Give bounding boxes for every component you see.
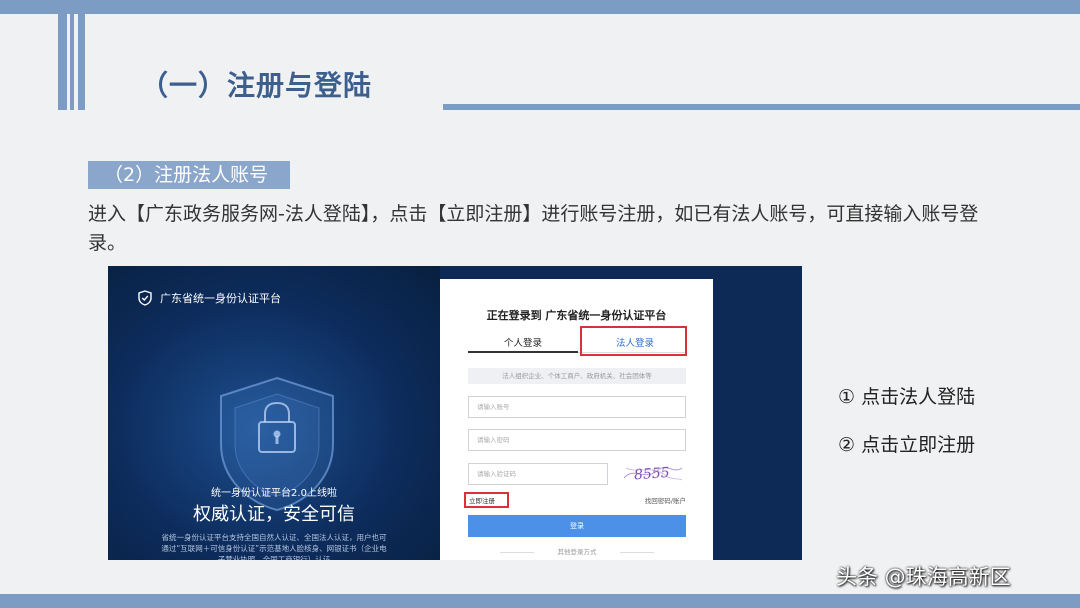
captcha-input[interactable]: 请输入验证码 (468, 463, 608, 485)
promo-description: 省统一身份认证平台支持全国自然人认证、全国法人认证，用户也可通过“互联网＋可信身… (161, 533, 387, 560)
top-accent-bar (0, 0, 1080, 14)
left-accent-bar-medium (78, 14, 85, 110)
promo-headline-large: 权威认证，安全可信 (193, 504, 355, 525)
legal-entity-note: 法人组织企业、个体工商户、政府机关、社会团体等 (468, 368, 686, 384)
step-1-label: ① 点击法人登陆 (838, 386, 976, 408)
captcha-text: 8555 (634, 465, 671, 483)
other-methods-label: 其他登录方式 (557, 548, 597, 556)
bottom-accent-bar (0, 594, 1080, 608)
left-accent-bar-wide (58, 14, 67, 110)
embedded-login-screenshot: 广东省统一身份认证平台 统一身份认证平台2.0上线啦 权威认证，安全可信 省统一… (108, 266, 802, 560)
captcha-image[interactable]: 8555 (622, 460, 684, 486)
section-subheading: （2）注册法人账号 (88, 161, 290, 189)
password-input[interactable]: 请输入密码 (468, 429, 686, 451)
account-input[interactable]: 请输入账号 (468, 396, 686, 418)
register-highlight-box (464, 492, 509, 508)
login-button[interactable]: 登录 (468, 515, 686, 537)
title-underline (443, 104, 1080, 110)
other-login-methods: 其他登录方式 (500, 547, 654, 557)
step-2-label: ② 点击立即注册 (838, 434, 976, 456)
promo-headline-small: 统一身份认证平台2.0上线啦 (211, 488, 337, 499)
shield-logo-icon (138, 290, 152, 306)
instruction-paragraph: 进入【广东政务服务网-法人登陆】，点击【立即注册】进行账号注册，如已有法人账号，… (88, 203, 979, 254)
login-panel-title: 正在登录到 广东省统一身份认证平台 (486, 309, 667, 322)
slide-title: （一）注册与登陆 (140, 69, 373, 102)
login-panel: 正在登录到 广东省统一身份认证平台 个人登录 法人登录 法人组织企业、个体工商户… (440, 279, 713, 560)
left-accent-bar-thin (70, 14, 74, 110)
watermark: 头条 @珠海高新区 (836, 565, 1011, 589)
tab-personal-login[interactable]: 个人登录 (468, 335, 578, 349)
platform-logo-row: 广东省统一身份认证平台 (138, 290, 281, 306)
platform-name: 广东省统一身份认证平台 (160, 292, 281, 305)
forgot-password-link[interactable]: 找回密码/账户 (645, 495, 686, 505)
active-tab-indicator (468, 351, 578, 353)
legal-login-highlight-box (580, 326, 687, 356)
